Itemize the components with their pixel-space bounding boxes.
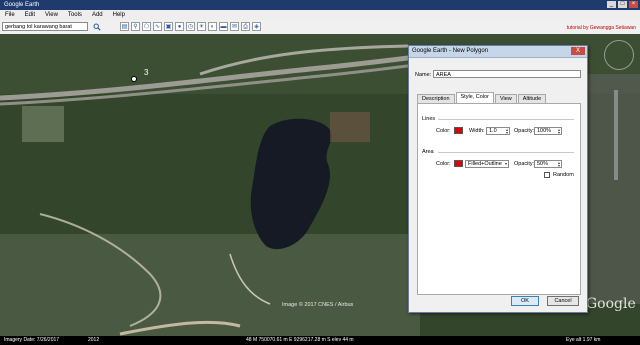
imagery-date: Imagery Date: 7/26/2017 (4, 337, 60, 343)
lines-width-label: Width: (469, 128, 485, 134)
email-icon[interactable]: ✉ (230, 22, 239, 31)
record-tour-icon[interactable]: ● (175, 22, 184, 31)
menu-edit[interactable]: Edit (20, 12, 40, 18)
area-fill-value: Filled+Outline (468, 161, 502, 167)
new-polygon-dialog: Google Earth - New Polygon X Name: AREA … (408, 45, 588, 313)
area-fill-select[interactable]: Filled+Outline ▾ (465, 160, 509, 168)
random-label: Random (553, 172, 574, 178)
placemark-icon[interactable]: ⚲ (131, 22, 140, 31)
area-opacity-input[interactable]: 50% ▴ ▾ (534, 160, 562, 168)
coordinates: 48 M 750070.61 m E 9296217.28 m S elev 4… (246, 337, 354, 343)
lines-heading: Lines (422, 116, 436, 122)
path-icon[interactable]: ∿ (153, 22, 162, 31)
lines-opacity-spinner-icon[interactable]: ▴ ▾ (558, 128, 560, 135)
close-window-button[interactable]: × (629, 1, 638, 8)
dialog-title: Google Earth - New Polygon X (409, 46, 587, 58)
area-color-swatch[interactable] (454, 160, 463, 167)
placemark-pin[interactable] (131, 76, 137, 82)
ok-button[interactable]: OK (511, 296, 539, 306)
cancel-button[interactable]: Cancel (547, 296, 579, 306)
window-titlebar: Google Earth _ □ × (0, 0, 640, 10)
lines-divider (438, 119, 574, 120)
google-logo: Google (586, 296, 636, 312)
menu-file[interactable]: File (0, 12, 20, 18)
status-bar: Imagery Date: 7/26/2017 2012 48 M 750070… (0, 336, 640, 345)
toolbar: gerbang tol karawang barat ▤ ⚲ ⬠ ∿ ▣ ● ◷… (0, 20, 640, 35)
dialog-title-text: Google Earth - New Polygon (412, 48, 489, 54)
compass-control[interactable] (604, 40, 634, 70)
area-opacity-spinner-icon[interactable]: ▴ ▾ (558, 161, 560, 168)
historical-imagery-icon[interactable]: ◷ (186, 22, 195, 31)
lines-opacity-label: Opacity: (514, 128, 535, 134)
area-heading: Area (422, 149, 434, 155)
width-spinner-icon[interactable]: ▴ ▾ (506, 128, 508, 135)
area-divider (438, 152, 574, 153)
search-button[interactable] (92, 22, 102, 31)
search-input[interactable]: gerbang tol karawang barat (2, 22, 88, 31)
sunlight-icon[interactable]: ☀ (197, 22, 206, 31)
style-color-panel: Lines Color: Width: 1.0 ▴ ▾ Opacity: 100%… (417, 103, 581, 295)
area-opacity-value: 50% (537, 161, 549, 167)
zoom-slider[interactable] (614, 90, 618, 180)
lines-color-swatch[interactable] (454, 127, 463, 134)
menu-help[interactable]: Help (108, 12, 130, 18)
lines-width-value: 1.0 (489, 128, 497, 134)
lines-width-input[interactable]: 1.0 ▴ ▾ (486, 127, 510, 135)
sidebar-toggle-icon[interactable]: ▤ (120, 22, 129, 31)
image-credit: Image © 2017 CNES / Airbus (282, 302, 354, 308)
window-controls: _ □ × (607, 1, 638, 8)
name-input[interactable]: AREA (433, 70, 581, 78)
lines-color-label: Color: (436, 128, 451, 134)
area-color-label: Color: (436, 161, 451, 167)
minimize-button[interactable]: _ (607, 1, 616, 8)
placemark-label: 3 (144, 68, 149, 77)
image-overlay-icon[interactable]: ▣ (164, 22, 173, 31)
imagery-year[interactable]: 2012 (88, 336, 99, 345)
lines-opacity-input[interactable]: 100% ▴ ▾ (534, 127, 562, 135)
polygon-icon[interactable]: ⬠ (142, 22, 151, 31)
tutorial-credit: tutorial by Gewangga Setiawan (566, 25, 636, 31)
menu-bar: File Edit View Tools Add Help (0, 10, 640, 20)
eye-altitude: Eye alt 1.97 km (566, 337, 601, 343)
chevron-down-icon[interactable]: ▾ (505, 162, 507, 166)
menu-tools[interactable]: Tools (63, 12, 87, 18)
lines-opacity-value: 100% (537, 128, 552, 134)
maximize-button[interactable]: □ (618, 1, 627, 8)
ruler-icon[interactable]: ▬ (219, 22, 228, 31)
area-opacity-label: Opacity: (514, 161, 535, 167)
maps-icon[interactable]: ◈ (252, 22, 261, 31)
menu-view[interactable]: View (40, 12, 63, 18)
tool-buttons: ▤ ⚲ ⬠ ∿ ▣ ● ◷ ☀ ◐ ▬ ✉ ⎙ ◈ (120, 22, 261, 31)
menu-add[interactable]: Add (87, 12, 108, 18)
print-icon[interactable]: ⎙ (241, 22, 250, 31)
dialog-close-button[interactable]: X (571, 47, 585, 55)
window-title: Google Earth (4, 2, 40, 8)
name-label: Name: (415, 72, 432, 78)
planets-icon[interactable]: ◐ (208, 22, 217, 31)
search-icon (93, 23, 101, 31)
random-checkbox[interactable] (544, 172, 550, 178)
